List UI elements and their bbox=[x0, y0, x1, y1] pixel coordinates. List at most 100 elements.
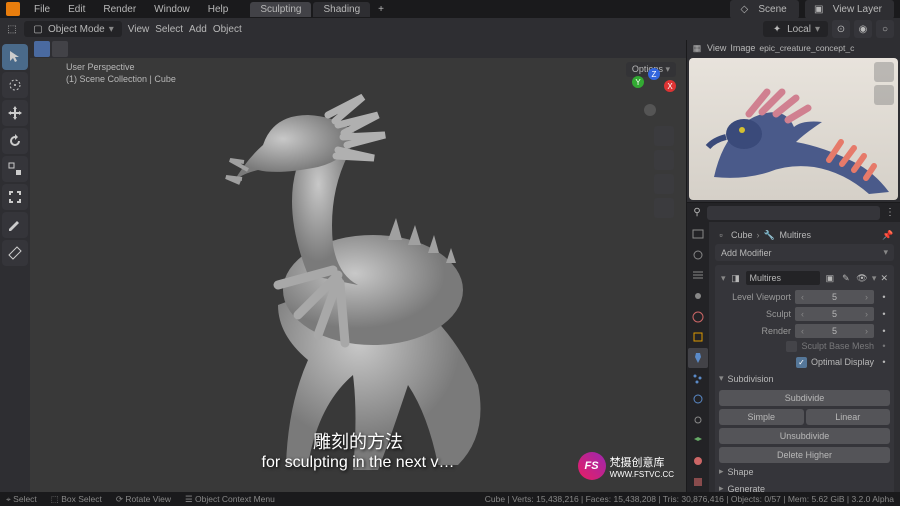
mod-edit-icon[interactable]: ✎ bbox=[840, 272, 852, 284]
cursor-tool[interactable] bbox=[2, 72, 28, 98]
ptab-world[interactable] bbox=[688, 307, 708, 327]
pin-icon[interactable]: 📌 bbox=[882, 229, 894, 241]
level-sculpt-field[interactable]: ‹5› bbox=[795, 307, 874, 321]
ptab-object[interactable] bbox=[688, 327, 708, 347]
viewlayer-selector[interactable]: ▣ View Layer bbox=[805, 0, 894, 19]
filter-icon[interactable]: ⚲ bbox=[691, 207, 703, 219]
mode-dropdown[interactable]: ▢ Object Mode ▾ bbox=[24, 21, 122, 37]
ptab-output[interactable] bbox=[688, 245, 708, 265]
status-context: ☰ Object Context Menu bbox=[185, 494, 275, 505]
menu-render[interactable]: Render bbox=[99, 2, 140, 17]
modifier-multires: ▾ ◨ Multires ▣ ✎ 👁 ▾ ✕ Level Viewport‹5›… bbox=[715, 265, 894, 492]
blender-logo[interactable] bbox=[6, 2, 20, 16]
sculpt-base-checkbox bbox=[786, 341, 797, 352]
snap-icon[interactable]: ◉ bbox=[854, 20, 872, 38]
scale-tool[interactable] bbox=[2, 156, 28, 182]
level-render-field[interactable]: ‹5› bbox=[795, 324, 874, 338]
modifier-name-field[interactable]: Multires bbox=[746, 271, 820, 285]
properties-body: ▫ Cube › 🔧 Multires 📌 Add Modifier▾ ▾ ◨ … bbox=[709, 222, 900, 492]
optimal-display-checkbox[interactable]: ✓ bbox=[796, 357, 807, 368]
collapse-icon[interactable]: ▾ bbox=[721, 273, 726, 284]
properties-tabs bbox=[687, 222, 709, 492]
ptab-texture[interactable] bbox=[688, 472, 708, 492]
scene-icon: ◇ bbox=[738, 3, 750, 15]
3d-viewport[interactable]: Options ▾ User Perspective (1) Scene Col… bbox=[30, 40, 686, 492]
vh-view[interactable]: View bbox=[128, 24, 150, 35]
transform-tool[interactable] bbox=[2, 184, 28, 210]
ptab-physics[interactable] bbox=[688, 390, 708, 410]
status-info: Cube | Verts: 15,438,216 | Faces: 15,438… bbox=[485, 494, 894, 504]
proportional-icon[interactable]: ○ bbox=[876, 20, 894, 38]
vh-add[interactable]: Add bbox=[189, 24, 207, 35]
btn-simple[interactable]: Simple bbox=[719, 409, 804, 425]
ptab-render[interactable] bbox=[688, 224, 708, 244]
creature-sculpt bbox=[178, 75, 538, 475]
annotate-tool[interactable] bbox=[2, 212, 28, 238]
ptab-viewlayer[interactable] bbox=[688, 265, 708, 285]
statusbar: ⌖ Select ⬚ Box Select ⟳ Rotate View ☰ Ob… bbox=[0, 492, 900, 506]
pan-btn[interactable] bbox=[654, 150, 674, 170]
add-modifier-dropdown[interactable]: Add Modifier▾ bbox=[715, 244, 894, 261]
btn-linear[interactable]: Linear bbox=[806, 409, 891, 425]
panel-generate[interactable]: ▸Generate bbox=[719, 480, 890, 492]
multires-icon: ◨ bbox=[730, 272, 742, 284]
ptab-material[interactable] bbox=[688, 452, 708, 472]
ptab-modifier[interactable] bbox=[688, 348, 708, 368]
props-search-row: ⚲ ⋮ bbox=[687, 202, 900, 222]
vp-overlay-header bbox=[30, 40, 686, 58]
tab-shading[interactable]: Shading bbox=[313, 2, 370, 17]
zoom-btn[interactable] bbox=[654, 126, 674, 146]
pivot-icon[interactable]: ⊙ bbox=[832, 20, 850, 38]
main-menubar: File Edit Render Window Help Sculpting S… bbox=[0, 0, 900, 18]
ie-pan-btn[interactable] bbox=[874, 85, 894, 105]
orientation-dropdown[interactable]: ✦ Local ▾ bbox=[763, 21, 828, 37]
nav-gizmo[interactable]: X Y Z bbox=[626, 70, 674, 118]
menu-edit[interactable]: Edit bbox=[64, 2, 89, 17]
tab-add[interactable]: + bbox=[372, 2, 390, 17]
menu-file[interactable]: File bbox=[30, 2, 54, 17]
mod-menu-icon[interactable]: ▾ bbox=[872, 273, 877, 284]
ptab-data[interactable] bbox=[688, 431, 708, 451]
editor-type-icon[interactable]: ⬚ bbox=[6, 23, 18, 35]
viewport-header: ⬚ ▢ Object Mode ▾ View Select Add Object… bbox=[0, 18, 900, 40]
ie-view[interactable]: View bbox=[707, 43, 726, 53]
rotate-tool[interactable] bbox=[2, 128, 28, 154]
status-rotate: ⟳ Rotate View bbox=[116, 494, 171, 505]
ptab-particles[interactable] bbox=[688, 369, 708, 389]
image-name-field[interactable]: epic_creature_concept_c bbox=[759, 43, 896, 53]
panel-shape[interactable]: ▸Shape bbox=[719, 463, 890, 480]
image-editor-icon[interactable]: ▦ bbox=[691, 42, 703, 54]
options-icon[interactable]: ⋮ bbox=[884, 207, 896, 219]
select-tool[interactable] bbox=[2, 44, 28, 70]
breadcrumb[interactable]: ▫ Cube › 🔧 Multires 📌 bbox=[715, 226, 894, 244]
persp-btn[interactable] bbox=[654, 198, 674, 218]
level-viewport-field[interactable]: ‹5› bbox=[795, 290, 874, 304]
camera-btn[interactable] bbox=[654, 174, 674, 194]
move-tool[interactable] bbox=[2, 100, 28, 126]
vh-select[interactable]: Select bbox=[155, 24, 183, 35]
search-input[interactable] bbox=[707, 206, 880, 220]
btn-subdivide[interactable]: Subdivide bbox=[719, 390, 890, 406]
ptab-scene[interactable] bbox=[688, 286, 708, 306]
menu-help[interactable]: Help bbox=[204, 2, 233, 17]
overlay-toggle-icon[interactable] bbox=[52, 41, 68, 57]
measure-tool[interactable] bbox=[2, 240, 28, 266]
object-mode-icon: ▢ bbox=[32, 23, 44, 35]
btn-unsubdivide[interactable]: Unsubdivide bbox=[719, 428, 890, 444]
reference-image[interactable] bbox=[689, 58, 898, 200]
scene-selector[interactable]: ◇ Scene bbox=[730, 0, 798, 19]
viewport-label: User Perspective (1) Scene Collection | … bbox=[66, 62, 176, 85]
mod-display-icon[interactable]: ▣ bbox=[824, 272, 836, 284]
vh-object[interactable]: Object bbox=[213, 24, 242, 35]
ie-zoom-btn[interactable] bbox=[874, 62, 894, 82]
ptab-constraints[interactable] bbox=[688, 410, 708, 430]
btn-delete-higher[interactable]: Delete Higher bbox=[719, 447, 890, 463]
ie-image[interactable]: Image bbox=[730, 43, 755, 53]
mod-close-icon[interactable]: ✕ bbox=[880, 273, 888, 284]
image-editor-header: ▦ View Image epic_creature_concept_c bbox=[687, 40, 900, 56]
menu-window[interactable]: Window bbox=[150, 2, 194, 17]
tab-sculpting[interactable]: Sculpting bbox=[250, 2, 311, 17]
status-select: ⌖ Select bbox=[6, 494, 37, 505]
mod-realtime-icon[interactable]: 👁 bbox=[856, 272, 868, 284]
gizmo-toggle-icon[interactable] bbox=[34, 41, 50, 57]
